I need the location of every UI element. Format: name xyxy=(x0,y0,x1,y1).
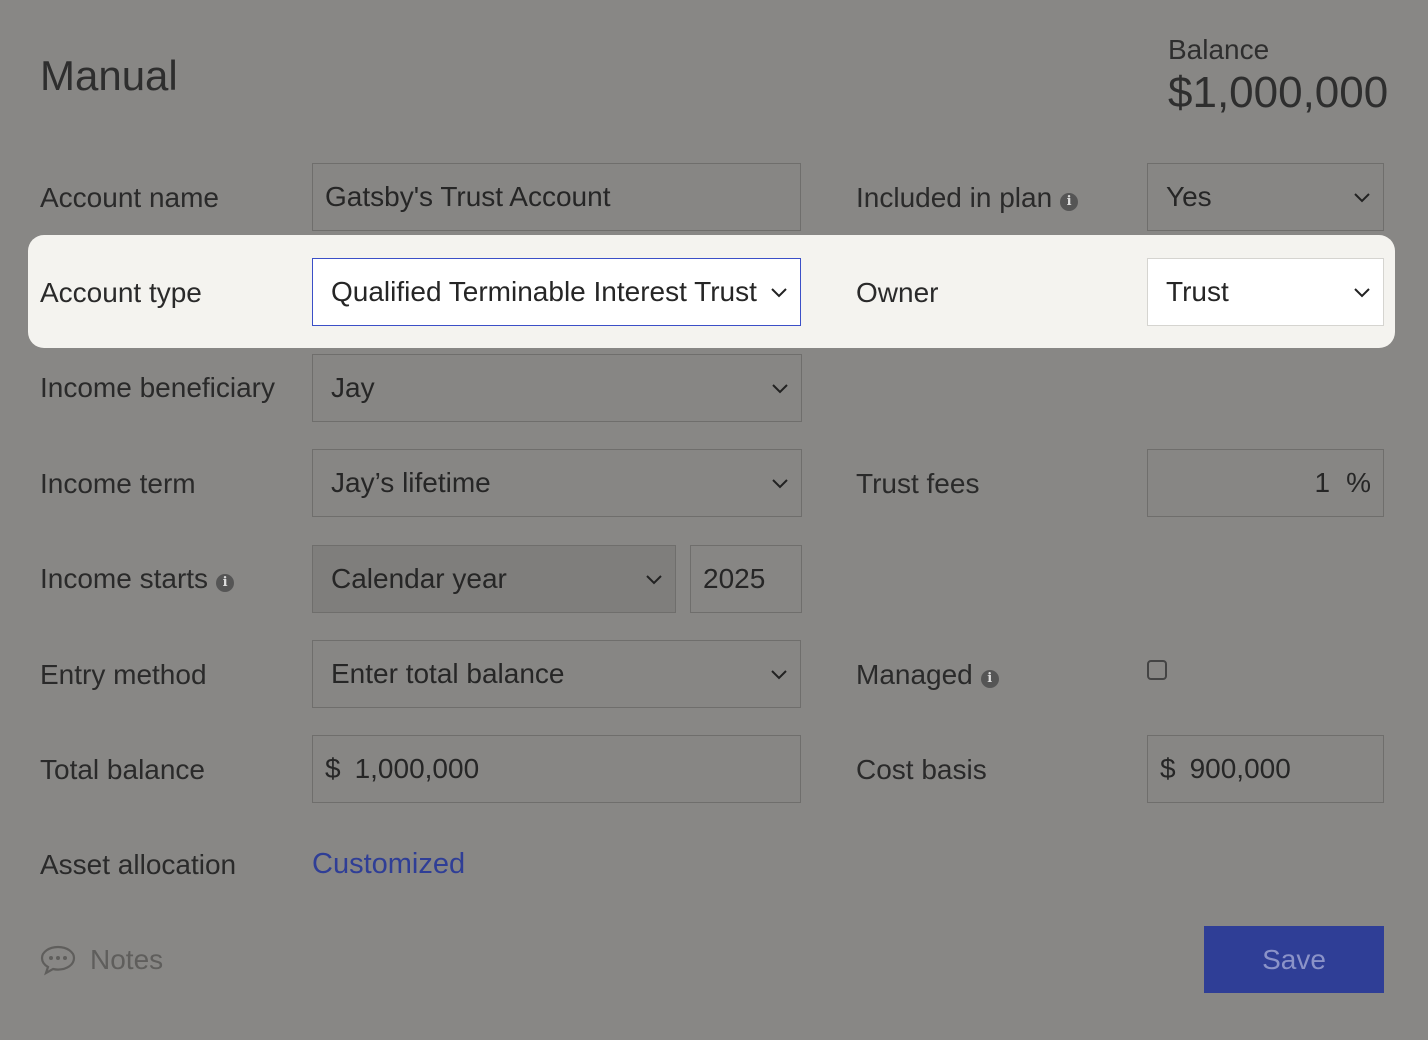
account-name-input[interactable]: Gatsby's Trust Account xyxy=(312,163,801,231)
account-type-label: Account type xyxy=(40,277,202,308)
trust-fees-input[interactable]: 1 % xyxy=(1147,449,1384,517)
income-term-select[interactable]: Jay’s lifetime xyxy=(312,449,802,517)
entry-method-select[interactable]: Enter total balance xyxy=(312,640,801,708)
entry-method-label: Entry method xyxy=(40,659,207,690)
chevron-down-icon xyxy=(771,670,787,680)
income-starts-select[interactable]: Calendar year xyxy=(312,545,676,613)
income-starts-year-value: 2025 xyxy=(703,563,766,594)
account-type-value: Qualified Terminable Interest Trust xyxy=(331,276,757,307)
included-in-plan-label: Included in plan i xyxy=(856,181,1079,215)
account-type-select[interactable]: Qualified Terminable Interest Trust xyxy=(312,258,801,326)
currency-symbol: $ xyxy=(1160,753,1176,784)
included-in-plan-select[interactable]: Yes xyxy=(1147,163,1384,231)
total-balance-input[interactable]: $ 1,000,000 xyxy=(312,735,801,803)
account-name-value: Gatsby's Trust Account xyxy=(325,181,611,212)
total-balance-value: 1,000,000 xyxy=(354,753,480,784)
chevron-down-icon xyxy=(772,479,788,489)
cost-basis-label: Cost basis xyxy=(856,754,987,785)
balance-label: Balance xyxy=(1168,34,1270,65)
account-name-label: Account name xyxy=(40,182,219,213)
notes-label: Notes xyxy=(90,944,164,975)
chevron-down-icon xyxy=(1354,193,1370,203)
income-beneficiary-label: Income beneficiary xyxy=(40,372,276,403)
info-icon[interactable]: i xyxy=(216,574,235,592)
save-button[interactable]: Save xyxy=(1204,926,1384,993)
managed-checkbox[interactable] xyxy=(1147,660,1167,680)
balance-value: $1,000,000 xyxy=(1168,68,1389,117)
owner-value: Trust xyxy=(1166,276,1229,307)
trust-fees-label: Trust fees xyxy=(856,468,980,499)
owner-label: Owner xyxy=(856,277,939,308)
cost-basis-input[interactable]: $ 900,000 xyxy=(1147,735,1384,803)
income-term-label: Income term xyxy=(40,468,196,499)
info-icon[interactable]: i xyxy=(980,670,999,688)
income-starts-value: Calendar year xyxy=(331,563,507,594)
owner-select[interactable]: Trust xyxy=(1147,258,1384,326)
income-term-value: Jay’s lifetime xyxy=(331,467,491,498)
trust-fees-value: 1 xyxy=(1314,467,1331,498)
entry-method-value: Enter total balance xyxy=(331,658,565,689)
income-beneficiary-value: Jay xyxy=(331,372,375,403)
managed-label: Managed i xyxy=(856,658,999,692)
total-balance-label: Total balance xyxy=(40,754,206,785)
chevron-down-icon xyxy=(1354,288,1370,298)
notes-toggle[interactable]: Notes xyxy=(40,944,163,976)
page-title: Manual xyxy=(40,52,178,99)
income-starts-label: Income starts i xyxy=(40,562,235,596)
asset-allocation-link[interactable]: Customized xyxy=(312,848,465,881)
income-starts-year-input[interactable]: 2025 xyxy=(690,545,802,613)
speech-bubble-icon xyxy=(40,945,76,976)
info-icon[interactable]: i xyxy=(1060,193,1079,211)
chevron-down-icon xyxy=(646,575,662,585)
currency-symbol: $ xyxy=(325,753,341,784)
percent-unit: % xyxy=(1346,467,1371,498)
included-in-plan-value: Yes xyxy=(1166,181,1212,212)
chevron-down-icon xyxy=(771,288,787,298)
asset-allocation-label: Asset allocation xyxy=(40,849,237,880)
chevron-down-icon xyxy=(772,384,788,394)
income-beneficiary-select[interactable]: Jay xyxy=(312,354,802,422)
cost-basis-value: 900,000 xyxy=(1189,753,1291,784)
